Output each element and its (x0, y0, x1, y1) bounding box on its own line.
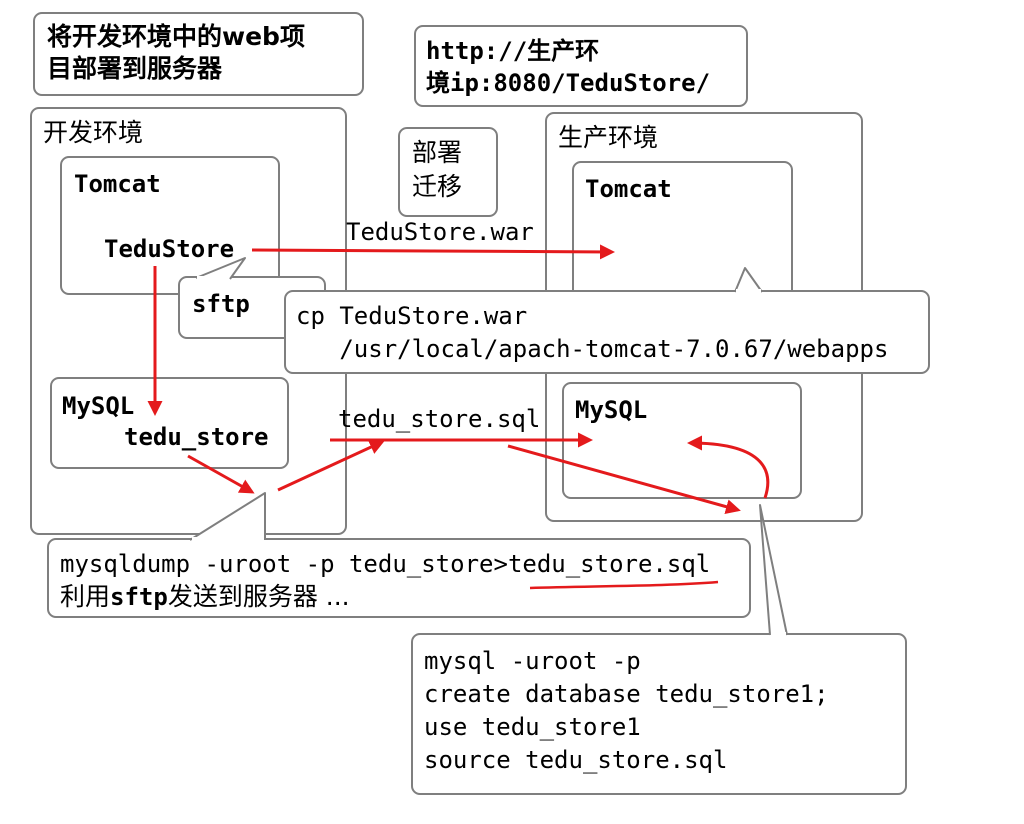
dump-to-sql-arrow (277, 440, 385, 492)
sql-file-underline (529, 580, 719, 590)
cp-callout-pointer (734, 267, 763, 293)
diagram-overlay: TeduStore.war tedu_store.sql (147, 218, 788, 636)
sql-to-import-arrow (507, 444, 741, 515)
db-to-dump-arrow (187, 454, 255, 494)
deployment-diagram: 将开发环境中的web项 目部署到服务器 http://生产环 境ip:8080/… (0, 0, 1024, 824)
sftp-callout-pointer (195, 257, 246, 280)
war-arrow-label: TeduStore.war (346, 218, 534, 246)
import-to-mysql-arrow (687, 435, 770, 499)
war-transfer-arrow (251, 244, 615, 260)
dump-callout-pointer (189, 492, 266, 541)
mysql-callout-pointer (759, 504, 788, 636)
sql-arrow-label: tedu_store.sql (338, 405, 540, 433)
